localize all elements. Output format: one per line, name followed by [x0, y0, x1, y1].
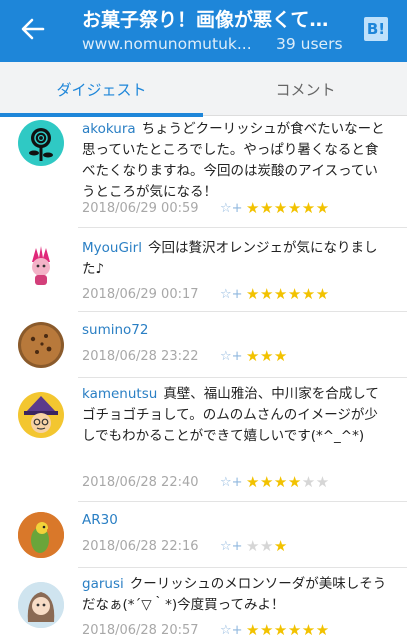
cookie-avatar[interactable]: [18, 322, 64, 368]
comment-item[interactable]: garusi クーリッシュのメロンソーダが美味しそうだなぁ(*´▽｀*)今度買って…: [0, 568, 407, 640]
comment-date: 2018/06/29 00:59: [82, 200, 199, 216]
star-rating: ★★★★★★: [246, 285, 330, 303]
comment-item[interactable]: AR30 2018/06/28 22:16 ☆+ ★★★: [0, 502, 407, 568]
comment-item[interactable]: akokura ちょうどクーリッシュが食べたいなーと思っていたところでした。やっぱ…: [0, 116, 407, 228]
comment-username[interactable]: kamenutsu: [82, 386, 157, 402]
comment-body: kamenutsu 真壁、福山雅治、中川家を合成してゴチョゴチョして。のムのムさん…: [82, 384, 390, 447]
star-rating: ★★★★★★: [246, 473, 330, 491]
bookmark-button[interactable]: B!: [364, 17, 388, 41]
star-rating: ★★★★★★: [246, 199, 330, 217]
comment-body: MyouGirl 今回は贅沢オレンジェが気になりました♪: [82, 238, 390, 280]
star-rating: ★★★: [246, 347, 288, 365]
rose-icon: [29, 128, 53, 161]
bird-avatar[interactable]: [18, 512, 64, 558]
character-avatar[interactable]: [18, 242, 64, 288]
add-star-icon[interactable]: ☆+: [220, 349, 246, 364]
comment-username[interactable]: sumino72: [82, 322, 149, 338]
back-arrow-icon[interactable]: [18, 14, 48, 44]
comment-meta: 2018/06/29 00:17 ☆+ ★★★★★★: [82, 284, 330, 304]
cookie-icon: [21, 325, 61, 365]
add-star-icon[interactable]: ☆+: [220, 201, 246, 216]
comment-body: garusi クーリッシュのメロンソーダが美味しそうだなぁ(*´▽｀*)今度買って…: [82, 574, 390, 616]
add-star-icon[interactable]: ☆+: [220, 287, 246, 302]
add-star-icon[interactable]: ☆+: [220, 475, 246, 490]
comment-username[interactable]: MyouGirl: [82, 240, 142, 256]
character-icon: [32, 246, 50, 285]
comment-date: 2018/06/28 22:40: [82, 474, 199, 490]
comment-item[interactable]: sumino72 2018/06/28 23:22 ☆+ ★★★: [0, 312, 407, 378]
comment-text: クーリッシュのメロンソーダが美味しそうだなぁ(*´▽｀*)今度買ってみよ！: [82, 576, 387, 613]
comment-date: 2018/06/28 22:16: [82, 538, 199, 554]
comment-date: 2018/06/28 23:22: [82, 348, 199, 364]
illustration-avatar[interactable]: [18, 582, 64, 628]
add-star-icon[interactable]: ☆+: [220, 623, 246, 638]
app-bar: お菓子祭り！画像が悪くて… www.nomunomutuk... 39 user…: [0, 0, 407, 62]
tab-comments[interactable]: コメント: [204, 62, 407, 116]
bookmark-users-count[interactable]: 39 users: [276, 35, 343, 53]
tab-digest[interactable]: ダイジェスト: [0, 62, 203, 117]
star-rating: ★★★: [246, 537, 288, 555]
comment-body: sumino72: [82, 320, 390, 341]
rose-avatar[interactable]: [18, 120, 64, 166]
witch-icon: [24, 396, 58, 433]
comment-item[interactable]: kamenutsu 真壁、福山雅治、中川家を合成してゴチョゴチョして。のムのムさん…: [0, 378, 407, 502]
comment-list: akokura ちょうどクーリッシュが食べたいなーと思っていたところでした。やっぱ…: [0, 116, 407, 640]
comment-meta: 2018/06/28 22:40 ☆+ ★★★★★★: [82, 472, 330, 492]
star-rating: ★★★★★★: [246, 621, 330, 639]
tab-comments-label: コメント: [275, 80, 336, 99]
bird-icon: [18, 512, 64, 558]
comment-username[interactable]: AR30: [82, 512, 118, 528]
comment-username[interactable]: akokura: [82, 121, 136, 137]
comment-meta: 2018/06/28 20:57 ☆+ ★★★★★★: [82, 620, 330, 640]
page-url: www.nomunomutuk...: [82, 35, 252, 53]
illustration-icon: [18, 582, 64, 628]
comment-body: akokura ちょうどクーリッシュが食べたいなーと思っていたところでした。やっぱ…: [82, 119, 390, 203]
comment-body: AR30: [82, 510, 390, 531]
comment-item[interactable]: MyouGirl 今回は贅沢オレンジェが気になりました♪ 2018/06/29 0…: [0, 228, 407, 312]
comment-meta: 2018/06/28 22:16 ☆+ ★★★: [82, 536, 288, 556]
tab-digest-label: ダイジェスト: [56, 80, 147, 99]
comment-date: 2018/06/28 20:57: [82, 622, 199, 638]
add-star-icon[interactable]: ☆+: [220, 539, 246, 554]
comment-date: 2018/06/29 00:17: [82, 286, 199, 302]
page-title: お菓子祭り！画像が悪くて…: [82, 9, 329, 31]
witch-avatar[interactable]: [18, 392, 64, 438]
comment-meta: 2018/06/28 23:22 ☆+ ★★★: [82, 346, 288, 366]
comment-meta: 2018/06/29 00:59 ☆+ ★★★★★★: [82, 198, 330, 218]
comment-username[interactable]: garusi: [82, 576, 124, 592]
tab-bar: ダイジェスト コメント: [0, 62, 407, 117]
